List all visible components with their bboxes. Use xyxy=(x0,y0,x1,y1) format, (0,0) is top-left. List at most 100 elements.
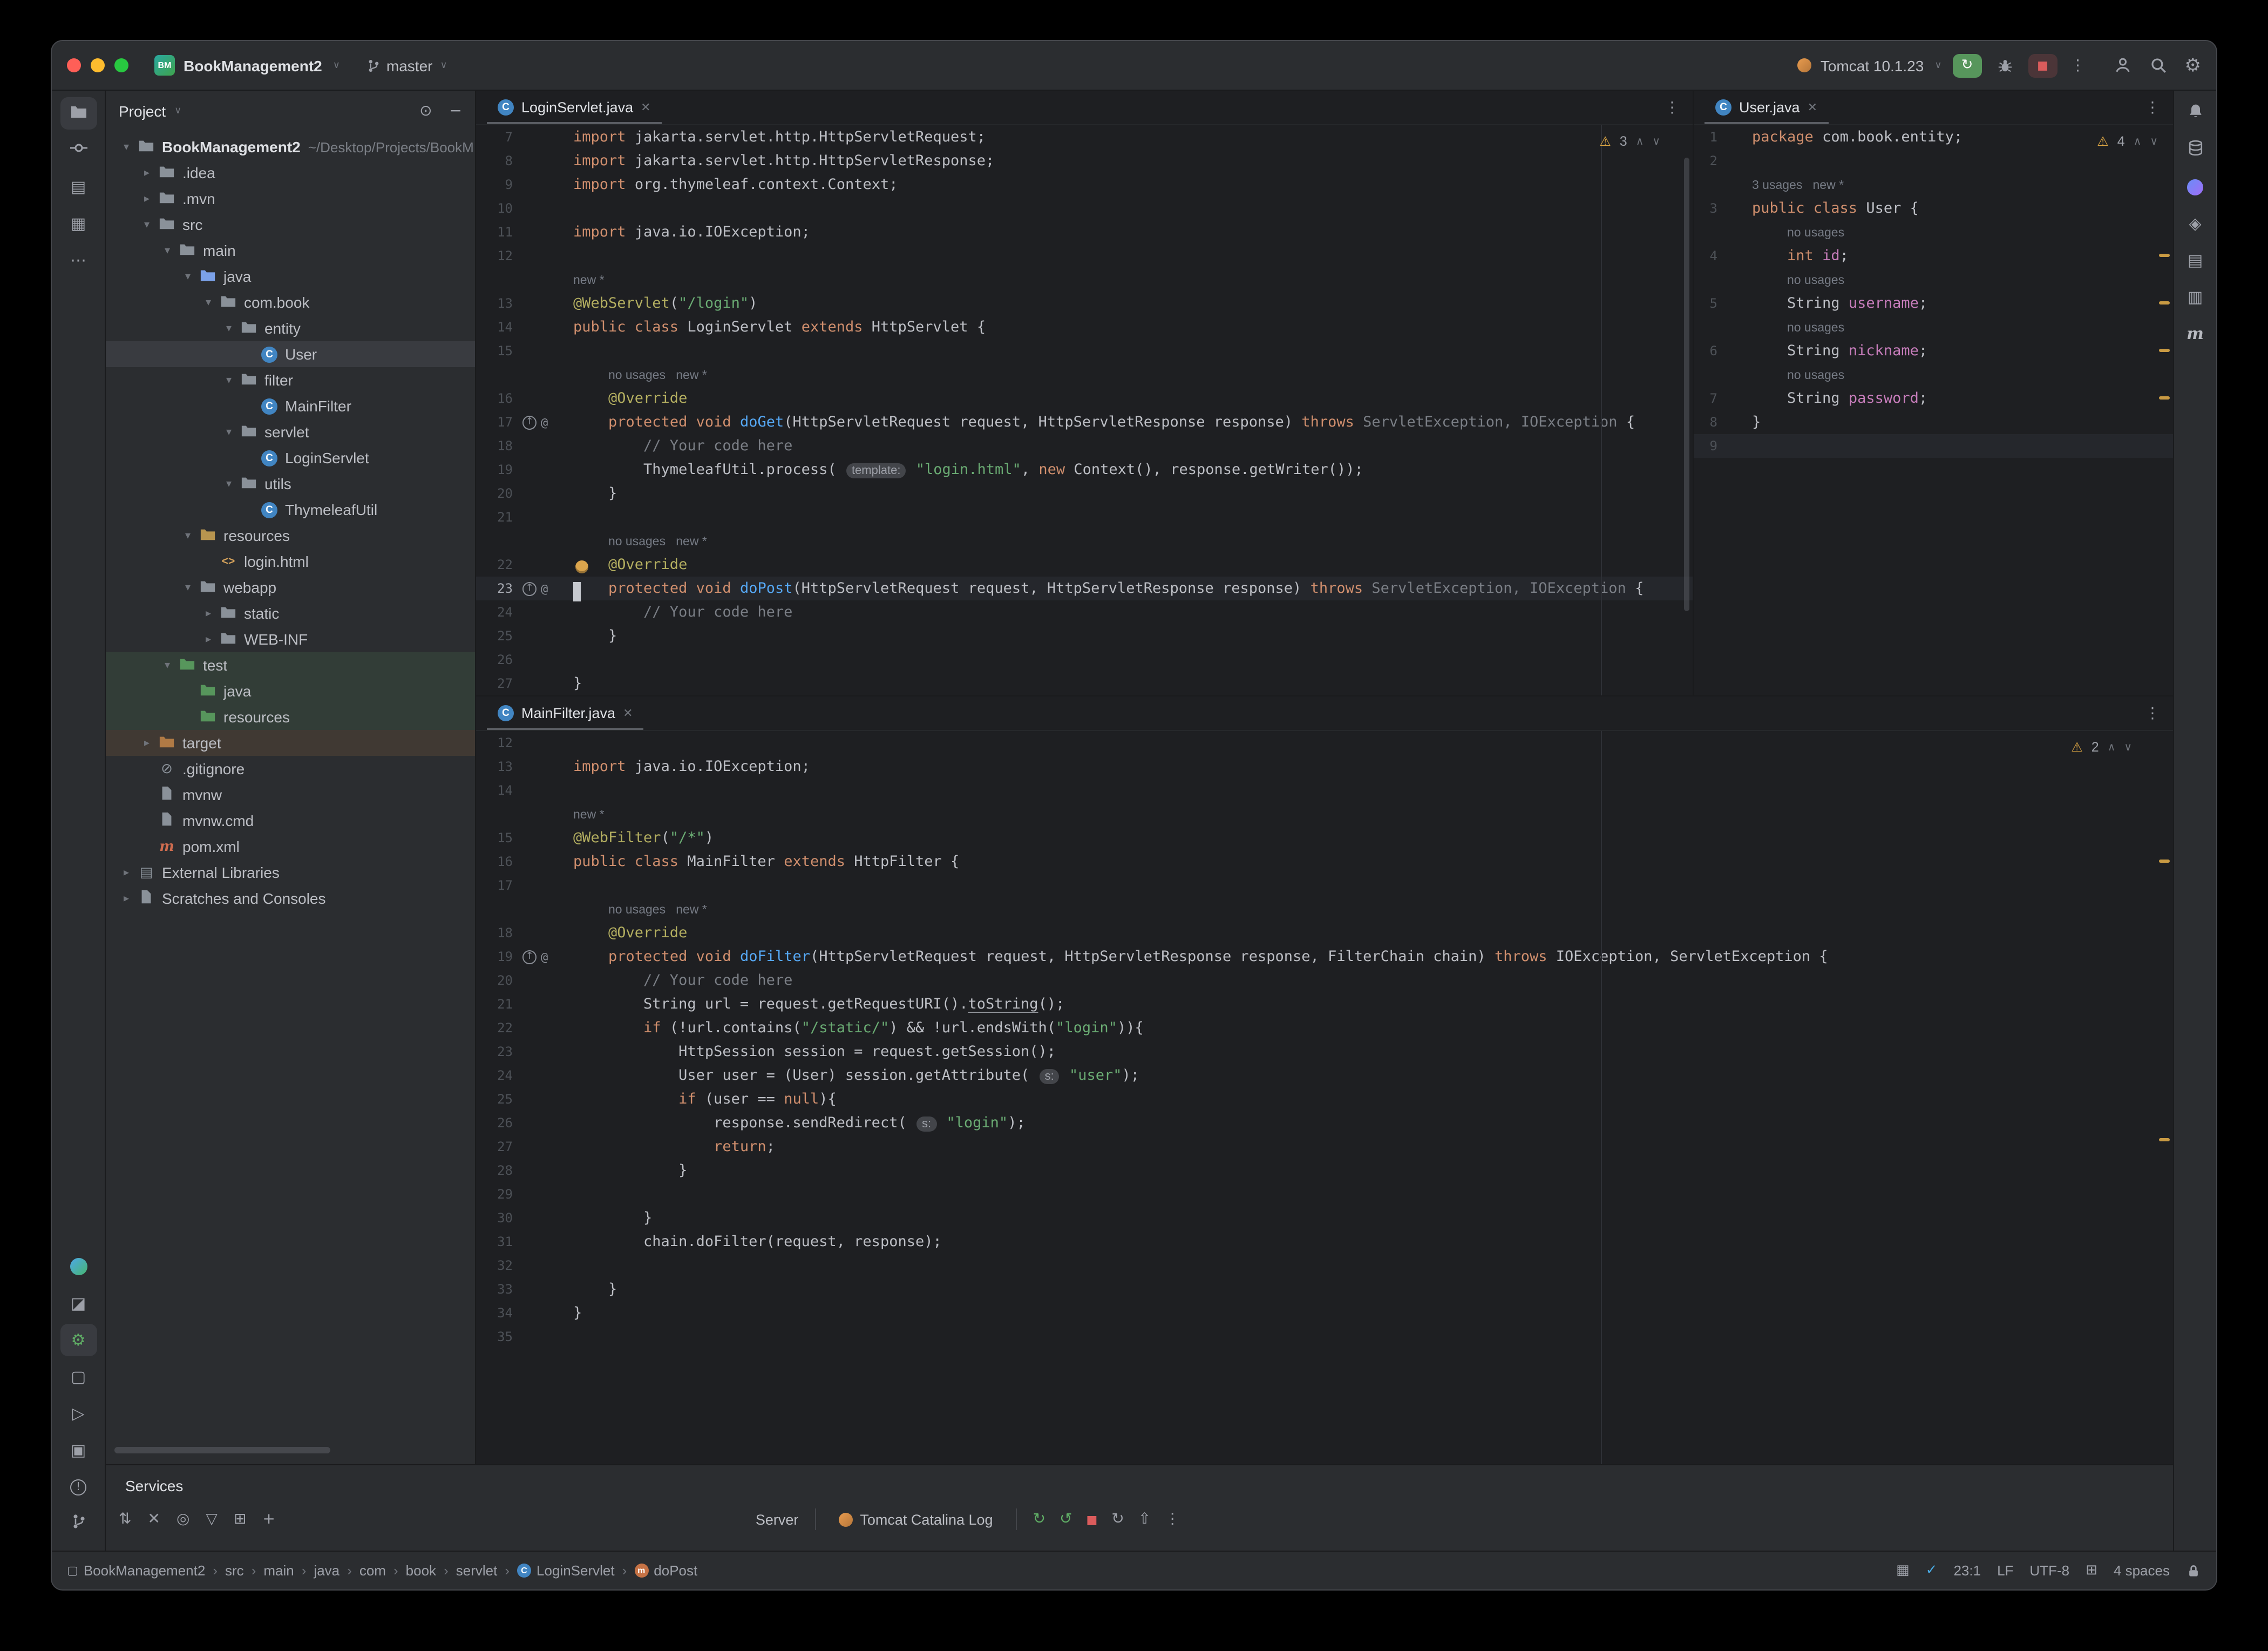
indent-setting[interactable]: 4 spaces xyxy=(2114,1562,2170,1579)
code-line[interactable]: 6 String nickname; xyxy=(1694,339,2173,363)
line-number[interactable]: 17 xyxy=(476,878,517,893)
code-line[interactable]: 3 public class User { xyxy=(1694,197,2173,220)
tab-tomcat-catalina-log[interactable]: Tomcat Catalina Log xyxy=(832,1511,999,1527)
code-line[interactable]: 19 ↑ @ protected void doFilter(HttpServlet… xyxy=(476,945,2173,969)
line-number[interactable]: 9 xyxy=(1694,438,1722,454)
warning-stripe-mark[interactable] xyxy=(2159,254,2170,257)
tree-chevron-icon[interactable]: ▾ xyxy=(117,141,136,153)
code-line[interactable]: 21 xyxy=(476,505,1693,529)
gutter[interactable]: ↑ @ xyxy=(517,581,573,596)
inlay-hint[interactable]: no usages xyxy=(1787,227,1844,240)
code-line[interactable]: 7 import jakarta.servlet.http.HttpServlet… xyxy=(476,125,1693,149)
code-line[interactable]: 5 String username; xyxy=(1694,292,2173,315)
tree-chevron-icon[interactable]: ▸ xyxy=(137,167,157,179)
line-number[interactable]: 18 xyxy=(476,925,517,940)
tree-item-scratches-and-consoles[interactable]: ▸ Scratches and Consoles xyxy=(106,885,475,911)
line-number[interactable]: 27 xyxy=(476,1139,517,1154)
tool-database[interactable] xyxy=(2180,134,2210,166)
line-number[interactable]: 13 xyxy=(476,759,517,774)
breadcrumb-item-bookmanagement2[interactable]: ▢ BookManagement2 xyxy=(67,1562,205,1579)
inspections-widget[interactable]: ⚠ 2 ∧ ∨ xyxy=(2071,740,2132,755)
code-line[interactable]: 8} xyxy=(1694,410,2173,434)
stop-button[interactable]: ■ xyxy=(2028,53,2058,77)
close-icon[interactable]: ✕ xyxy=(1808,100,1817,114)
line-number[interactable]: 1 xyxy=(1694,130,1722,145)
tree-chevron-icon[interactable]: ▾ xyxy=(178,270,198,282)
tree-item-java[interactable]: ▾ java xyxy=(106,263,475,289)
tree-item-test[interactable]: ▾ test xyxy=(106,652,475,678)
code-area-filter[interactable]: 12 13 import java.io.IOException; 14 new * 15… xyxy=(476,731,2173,1464)
line-number[interactable]: 8 xyxy=(1694,415,1722,430)
code-line[interactable]: 24 // Your code here xyxy=(476,600,1693,624)
tool-notifications[interactable] xyxy=(2180,97,2210,130)
line-number[interactable]: 7 xyxy=(476,130,517,145)
code-line[interactable]: no usages new * xyxy=(476,897,2173,921)
line-number[interactable]: 21 xyxy=(476,997,517,1012)
tree-item-webapp[interactable]: ▾ webapp xyxy=(106,574,475,600)
deploy-button[interactable]: ⇧ xyxy=(1138,1511,1151,1528)
rerun-debug-button[interactable]: ↺ xyxy=(1060,1511,1072,1528)
code-line[interactable]: no usages new * xyxy=(476,529,1693,553)
code-line[interactable]: no usages xyxy=(1694,268,2173,292)
prev-warning-icon[interactable]: ∧ xyxy=(2134,136,2142,147)
tab-options-kebab[interactable]: ⋮ xyxy=(2145,705,2173,722)
code-line[interactable]: 8 import jakarta.servlet.http.HttpServlet… xyxy=(476,149,1693,173)
breadcrumb-item-src[interactable]: src xyxy=(225,1562,244,1579)
tree-item-web-inf[interactable]: ▸ WEB-INF xyxy=(106,626,475,652)
tool-more[interactable]: ⋯ xyxy=(60,244,97,276)
tree-item-pom-xml[interactable]: m pom.xml xyxy=(106,834,475,860)
line-number[interactable]: 4 xyxy=(1694,248,1722,263)
code-line[interactable]: no usages xyxy=(1694,315,2173,339)
tree-item-external-libraries[interactable]: ▸ ▤ External Libraries xyxy=(106,860,475,885)
breadcrumb-item-java[interactable]: java xyxy=(314,1562,339,1579)
line-number[interactable]: 17 xyxy=(476,415,517,430)
breadcrumb-item-main[interactable]: main xyxy=(263,1562,294,1579)
line-number[interactable]: 15 xyxy=(476,830,517,845)
filter-icon[interactable]: ▽ xyxy=(206,1511,218,1528)
tool-maven[interactable]: m xyxy=(2180,317,2210,350)
tree-item-mainfilter[interactable]: C MainFilter xyxy=(106,393,475,419)
line-number[interactable]: 34 xyxy=(476,1305,517,1321)
code-line[interactable]: 26 response.sendRedirect( s: "login"); xyxy=(476,1111,2173,1135)
more-actions-kebab[interactable]: ⋮ xyxy=(2066,57,2090,74)
collapse-all-icon[interactable]: − xyxy=(450,103,462,120)
gutter[interactable]: ↑ @ xyxy=(517,415,573,429)
line-number[interactable]: 27 xyxy=(476,676,517,691)
line-number[interactable]: 2 xyxy=(1694,153,1722,168)
gutter[interactable]: ↑ @ xyxy=(517,950,573,964)
line-number[interactable]: 24 xyxy=(476,1068,517,1083)
tree-chevron-icon[interactable]: ▾ xyxy=(137,219,157,231)
line-number[interactable]: 19 xyxy=(476,949,517,964)
line-number[interactable]: 18 xyxy=(476,438,517,454)
tree-item-filter[interactable]: ▾ filter xyxy=(106,367,475,393)
tree-chevron-icon[interactable]: ▾ xyxy=(219,374,239,386)
user-account-icon[interactable] xyxy=(2114,56,2132,75)
tool-todo[interactable]: ▢ xyxy=(60,1361,97,1393)
tree-item-idea[interactable]: ▸ .idea xyxy=(106,160,475,186)
tree-chevron-icon[interactable]: ▾ xyxy=(219,426,239,438)
tool-version-control[interactable] xyxy=(60,1507,97,1540)
caret-position[interactable]: 23:1 xyxy=(1953,1562,1981,1579)
tree-chevron-icon[interactable]: ▾ xyxy=(178,581,198,593)
line-number[interactable]: 14 xyxy=(476,320,517,335)
tree-item-mvnw-cmd[interactable]: mvnw.cmd xyxy=(106,808,475,834)
tree-item-utils[interactable]: ▾ utils xyxy=(106,471,475,497)
tool-build[interactable]: ◪ xyxy=(60,1287,97,1320)
inlay-hint[interactable]: new * xyxy=(573,809,605,822)
overrides-method-icon[interactable]: ↑ xyxy=(522,581,537,596)
code-line[interactable]: 23 ↑ @ protected void doPost(HttpServletRe… xyxy=(476,577,1693,601)
lock-icon[interactable] xyxy=(2186,1563,2201,1578)
warning-stripe-mark[interactable] xyxy=(2159,396,2170,400)
tool-run[interactable]: ▷ xyxy=(60,1397,97,1430)
tree-item-loginservlet[interactable]: C LoginServlet xyxy=(106,445,475,471)
code-line[interactable]: 13 @WebServlet("/login") xyxy=(476,292,1693,315)
code-line[interactable]: 13 import java.io.IOException; xyxy=(476,755,2173,779)
line-number[interactable]: 22 xyxy=(476,557,517,572)
tool-terminal[interactable]: ▣ xyxy=(60,1434,97,1466)
line-number[interactable]: 35 xyxy=(476,1329,517,1344)
line-number[interactable]: 32 xyxy=(476,1258,517,1273)
zoom-window-button[interactable] xyxy=(114,58,128,72)
code-line[interactable]: 9 xyxy=(1694,434,2173,458)
code-line[interactable]: 12 xyxy=(476,244,1693,268)
code-line[interactable]: new * xyxy=(476,268,1693,292)
